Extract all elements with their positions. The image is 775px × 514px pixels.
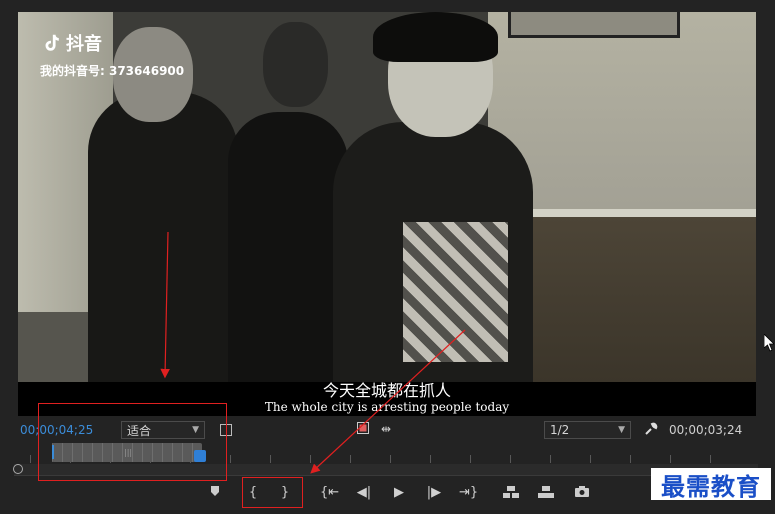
scene-person-right-shirt <box>403 222 508 362</box>
scene-person-middle-head <box>263 22 328 107</box>
playhead-icon[interactable] <box>13 464 23 474</box>
subtitle-chinese: 今天全城都在抓人 <box>322 381 451 400</box>
scene-person-middle <box>228 112 348 392</box>
overwrite-icon[interactable] <box>537 485 555 503</box>
mouse-cursor-icon <box>764 334 774 352</box>
step-back-icon[interactable]: ◀| <box>355 485 373 500</box>
wrench-icon[interactable] <box>644 422 658 440</box>
insert-icon[interactable] <box>502 485 520 503</box>
duration-timecode: 00;00;03;24 <box>669 423 743 437</box>
tiktok-note-icon <box>45 34 59 51</box>
scene-picture-frame <box>508 12 680 38</box>
watermark-brand: 抖音 <box>66 34 102 55</box>
annotation-box-mark-buttons <box>242 477 303 508</box>
annotation-box-zoom <box>38 403 227 481</box>
go-to-in-icon[interactable]: {⇤ <box>320 485 339 500</box>
resolution-value: 1/2 <box>550 423 570 437</box>
chevron-down-icon: ▼ <box>618 425 625 435</box>
scene-person-right-hair <box>373 12 498 62</box>
brand-logo: 最需教育 <box>651 468 771 501</box>
program-monitor-video: 抖音 我的抖音号: 373646900 今天全城都在抓人 The whole c… <box>18 12 756 416</box>
go-to-out-icon[interactable]: ⇥} <box>459 485 478 500</box>
scene-person-left <box>88 92 238 392</box>
trim-toggle-icon[interactable]: ⇹ <box>381 422 391 436</box>
playback-resolution-select[interactable]: 1/2 ▼ <box>544 421 631 439</box>
watermark-account: 我的抖音号: 373646900 <box>40 64 185 78</box>
settings-toggle-icon[interactable] <box>357 422 369 438</box>
marker-icon[interactable] <box>206 485 224 500</box>
step-forward-icon[interactable]: |▶ <box>425 485 443 500</box>
play-icon[interactable]: ▶ <box>390 485 408 500</box>
camera-icon[interactable] <box>573 485 591 502</box>
douyin-watermark: 抖音 我的抖音号: 373646900 <box>40 30 184 79</box>
